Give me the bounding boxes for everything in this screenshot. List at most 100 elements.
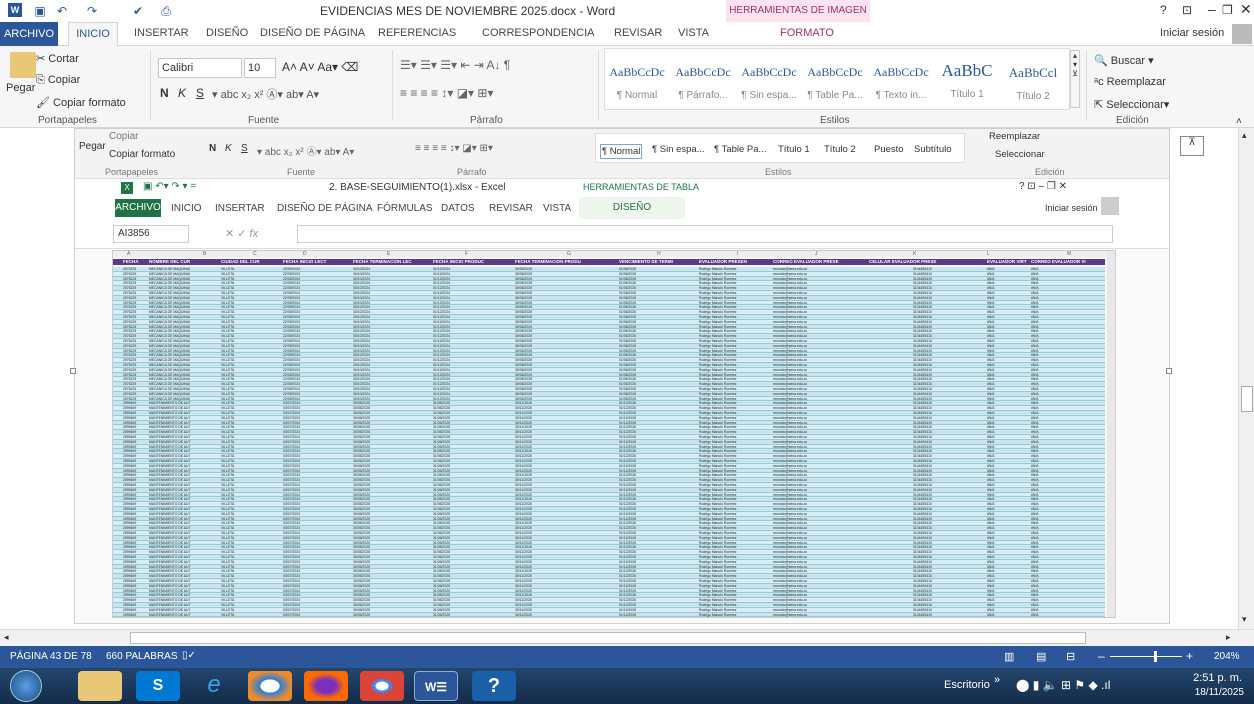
- avast-icon[interactable]: [248, 671, 292, 701]
- proofing-icon[interactable]: ▯✓: [182, 650, 196, 661]
- zoom-out-icon[interactable]: –: [1098, 649, 1105, 663]
- close-icon[interactable]: ✕: [1240, 1, 1252, 18]
- tab-diseno[interactable]: DISEÑO: [206, 27, 248, 39]
- image-resize-handle-left[interactable]: [70, 368, 76, 374]
- excel-data-rows: 2576225 MECANICA DE MAQUINAI VILLETA 22/09/…: [113, 267, 1105, 617]
- layout-options-icon[interactable]: ⊼: [1180, 136, 1204, 156]
- print-preview-icon[interactable]: ⎙: [158, 3, 174, 19]
- underline-button[interactable]: S: [196, 86, 204, 100]
- zoom-in-icon[interactable]: +: [1186, 649, 1193, 663]
- image-resize-handle-right[interactable]: [1166, 368, 1172, 374]
- word-count[interactable]: 660 PALABRAS: [106, 651, 178, 662]
- embedded-group-edit: Edición: [1035, 167, 1065, 177]
- horizontal-scrollbar[interactable]: ◂ ▸: [0, 629, 1254, 646]
- group-font: Fuente: [248, 115, 280, 126]
- style-table-paragraph[interactable]: AaBbCcDc ¶ Table Pa...: [803, 57, 867, 109]
- embedded-styles-gallery: ¶ Normal ¶ Sin espa... ¶ Table Pa... Tít…: [595, 133, 965, 163]
- scroll-up-icon[interactable]: ▴: [1242, 130, 1247, 141]
- minimize-icon[interactable]: –: [1208, 1, 1216, 17]
- tab-diseno-de-pagina[interactable]: DISEÑO DE PÁGINA: [260, 27, 365, 39]
- paste-icon[interactable]: [10, 52, 36, 78]
- tab-archivo[interactable]: ARCHIVO: [0, 22, 58, 46]
- tab-inicio[interactable]: INICIO: [68, 22, 118, 46]
- italic-button[interactable]: K: [178, 86, 186, 100]
- print-layout-icon[interactable]: ▤: [1036, 650, 1046, 663]
- style-texto-independiente[interactable]: AaBbCcDc ¶ Texto in...: [869, 57, 933, 109]
- horizontal-scroll-thumb[interactable]: [130, 632, 1086, 644]
- signin-link[interactable]: Iniciar sesión: [1160, 27, 1224, 39]
- ribbon-options-icon[interactable]: ⊡: [1182, 3, 1192, 17]
- word-taskbar-icon[interactable]: W☰: [414, 671, 458, 701]
- clock-date[interactable]: 18/11/2025: [1178, 687, 1244, 698]
- font-effects-icons[interactable]: ▾ abc x₂ x² Ⓐ▾ ab▾ A▾: [212, 86, 319, 102]
- grow-shrink-font-icons[interactable]: A˄ A˅ Aa▾ ⌫: [282, 60, 358, 74]
- table-cell: 30/11/2025: [515, 612, 532, 617]
- select-button[interactable]: ⇱ Seleccionar▾: [1094, 98, 1169, 111]
- read-mode-icon[interactable]: ▥: [1004, 650, 1014, 663]
- restore-icon[interactable]: ❐: [1222, 3, 1233, 17]
- replace-button[interactable]: ᵃc Reemplazar: [1094, 76, 1166, 88]
- group-editing: Edición: [1116, 115, 1149, 126]
- zoom-slider-track[interactable]: [1110, 656, 1182, 657]
- alignment-icons[interactable]: ≡ ≡ ≡ ≡ ↕▾ ◪▾ ⊞▾: [400, 86, 493, 100]
- tab-formato[interactable]: FORMATO: [780, 27, 834, 39]
- spelling-icon[interactable]: ✔: [130, 3, 146, 19]
- toolbar-expand-icon[interactable]: »: [994, 674, 1000, 686]
- help-center-icon[interactable]: ?: [472, 671, 516, 701]
- embedded-style: Subtítulo: [914, 144, 952, 155]
- redo-icon[interactable]: ↷: [84, 3, 100, 19]
- style-sin-espacio[interactable]: AaBbCcDc ¶ Sin espa...: [737, 57, 801, 109]
- avatar[interactable]: [1232, 24, 1252, 44]
- page-count[interactable]: PÁGINA 43 DE 78: [10, 651, 92, 662]
- style-sample: AaBbCcDc: [807, 65, 863, 79]
- tab-correspondencia[interactable]: CORRESPONDENCIA: [482, 27, 594, 39]
- paste-button[interactable]: Pegar: [6, 82, 35, 94]
- web-layout-icon[interactable]: ⊟: [1066, 650, 1075, 663]
- vertical-scrollbar[interactable]: ▴ ▾: [1238, 128, 1254, 629]
- start-button-icon[interactable]: [10, 670, 42, 702]
- internet-explorer-icon[interactable]: e: [192, 671, 236, 701]
- format-painter-button[interactable]: 🖌 Copiar formato: [36, 96, 126, 109]
- excel-app-icon: X: [121, 182, 133, 194]
- styles-gallery-scroll[interactable]: ▴ ▾ ⊻: [1070, 50, 1080, 108]
- desktop-toolbar-label[interactable]: Escritorio: [944, 679, 990, 691]
- scroll-left-icon[interactable]: ◂: [4, 632, 9, 643]
- chrome-icon[interactable]: [360, 671, 404, 701]
- excel-tab-diseno: DISEÑO: [579, 197, 685, 219]
- scroll-down-icon[interactable]: ▾: [1242, 614, 1247, 625]
- col-letter: L: [987, 251, 990, 257]
- embedded-style: ¶ Table Pa...: [714, 144, 767, 155]
- bold-button[interactable]: N: [160, 86, 169, 100]
- zoom-slider-thumb[interactable]: [1154, 651, 1157, 662]
- list-indent-icons[interactable]: ☰▾ ☰▾ ☰▾ ⇤ ⇥ A↓ ¶: [400, 58, 510, 72]
- font-size-select[interactable]: 10: [244, 58, 276, 78]
- system-tray-icons[interactable]: ⬤ ▮ 🔈 ⊞ ⚑ ◆ .ıl: [1016, 678, 1110, 692]
- scroll-thumb[interactable]: [1241, 386, 1253, 412]
- scroll-right-icon[interactable]: ▸: [1226, 632, 1231, 643]
- file-explorer-icon[interactable]: [78, 671, 122, 701]
- select-label: Seleccionar: [1106, 99, 1164, 111]
- style-normal[interactable]: AaBbCcDc ¶ Normal: [605, 57, 669, 109]
- font-name-select[interactable]: Calibri: [158, 58, 242, 78]
- tab-revisar[interactable]: REVISAR: [614, 27, 662, 39]
- tab-insertar[interactable]: INSERTAR: [134, 27, 189, 39]
- tab-referencias[interactable]: REFERENCIAS: [378, 27, 456, 39]
- style-titulo-1[interactable]: AaBbC Título 1: [935, 57, 999, 109]
- undo-icon[interactable]: ↶: [54, 3, 70, 19]
- copy-button[interactable]: ⎘ Copiar: [36, 74, 80, 87]
- help-icon[interactable]: ?: [1160, 3, 1167, 17]
- save-icon[interactable]: ▣: [32, 3, 48, 19]
- embedded-style: Puesto: [874, 144, 904, 155]
- tab-vista[interactable]: VISTA: [678, 27, 709, 39]
- find-button[interactable]: 🔍 Buscar ▾: [1094, 54, 1154, 67]
- excel-formula-cancel-confirm-icons: ✕ ✓ fx: [225, 228, 259, 240]
- skype-icon[interactable]: S: [136, 671, 180, 701]
- style-titulo-2[interactable]: AaBbCcl Título 2: [1001, 57, 1065, 109]
- collapse-ribbon-icon[interactable]: ˄: [1236, 116, 1242, 127]
- firefox-icon[interactable]: [304, 671, 348, 701]
- cut-button[interactable]: ✂ Cortar: [36, 52, 79, 65]
- zoom-level[interactable]: 204%: [1214, 651, 1240, 662]
- clock-time[interactable]: 2:51 p. m.: [1182, 672, 1242, 684]
- style-sample: AaBbCcl: [1008, 65, 1058, 80]
- style-parrafo[interactable]: AaBbCcDc ¶ Párrafo...: [671, 57, 735, 109]
